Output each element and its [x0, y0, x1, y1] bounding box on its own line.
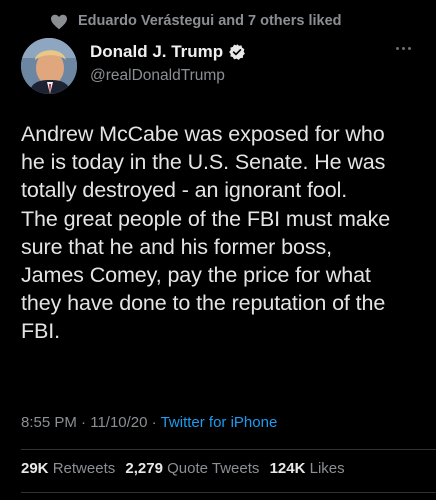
tweet-meta: 8:55 PM · 11/10/20 · Twitter for iPhone [21, 414, 277, 431]
divider [21, 449, 436, 450]
tweet-date[interactable]: 11/10/20 [90, 414, 147, 431]
social-context[interactable]: Eduardo Verástegui and 7 others liked [51, 13, 342, 30]
avatar-image [21, 38, 77, 94]
verified-badge-icon [229, 44, 246, 60]
handle[interactable]: @realDonaldTrump [90, 67, 225, 85]
likes-label: Likes [309, 460, 345, 477]
meta-separator: · [81, 414, 91, 431]
quote-tweets-count: 2,279 [125, 460, 163, 477]
tweet-time[interactable]: 8:55 PM [21, 414, 77, 431]
likes-stat[interactable]: 124K Likes [270, 460, 345, 477]
retweets-label: Retweets [52, 460, 116, 477]
divider [21, 492, 436, 493]
meta-separator: · [151, 414, 161, 431]
tweet-stats: 29K Retweets 2,279 Quote Tweets 124K Lik… [21, 460, 351, 477]
heart-icon [51, 14, 67, 30]
retweets-stat[interactable]: 29K Retweets [21, 460, 115, 477]
retweets-count: 29K [21, 460, 49, 477]
avatar[interactable] [21, 38, 77, 94]
social-context-text: Eduardo Verástegui and 7 others liked [78, 13, 342, 29]
quote-tweets-stat[interactable]: 2,279 Quote Tweets [125, 460, 259, 477]
tweet-source-link[interactable]: Twitter for iPhone [161, 414, 278, 431]
display-name[interactable]: Donald J. Trump [90, 42, 223, 62]
likes-count: 124K [269, 460, 306, 477]
tweet-header: Donald J. Trump @realDonaldTrump [21, 38, 416, 96]
more-options-icon[interactable] [396, 44, 414, 52]
quote-tweets-label: Quote Tweets [167, 460, 260, 477]
name-row: Donald J. Trump [90, 42, 246, 62]
tweet-text: Andrew McCabe was exposed for who he is … [21, 122, 391, 344]
